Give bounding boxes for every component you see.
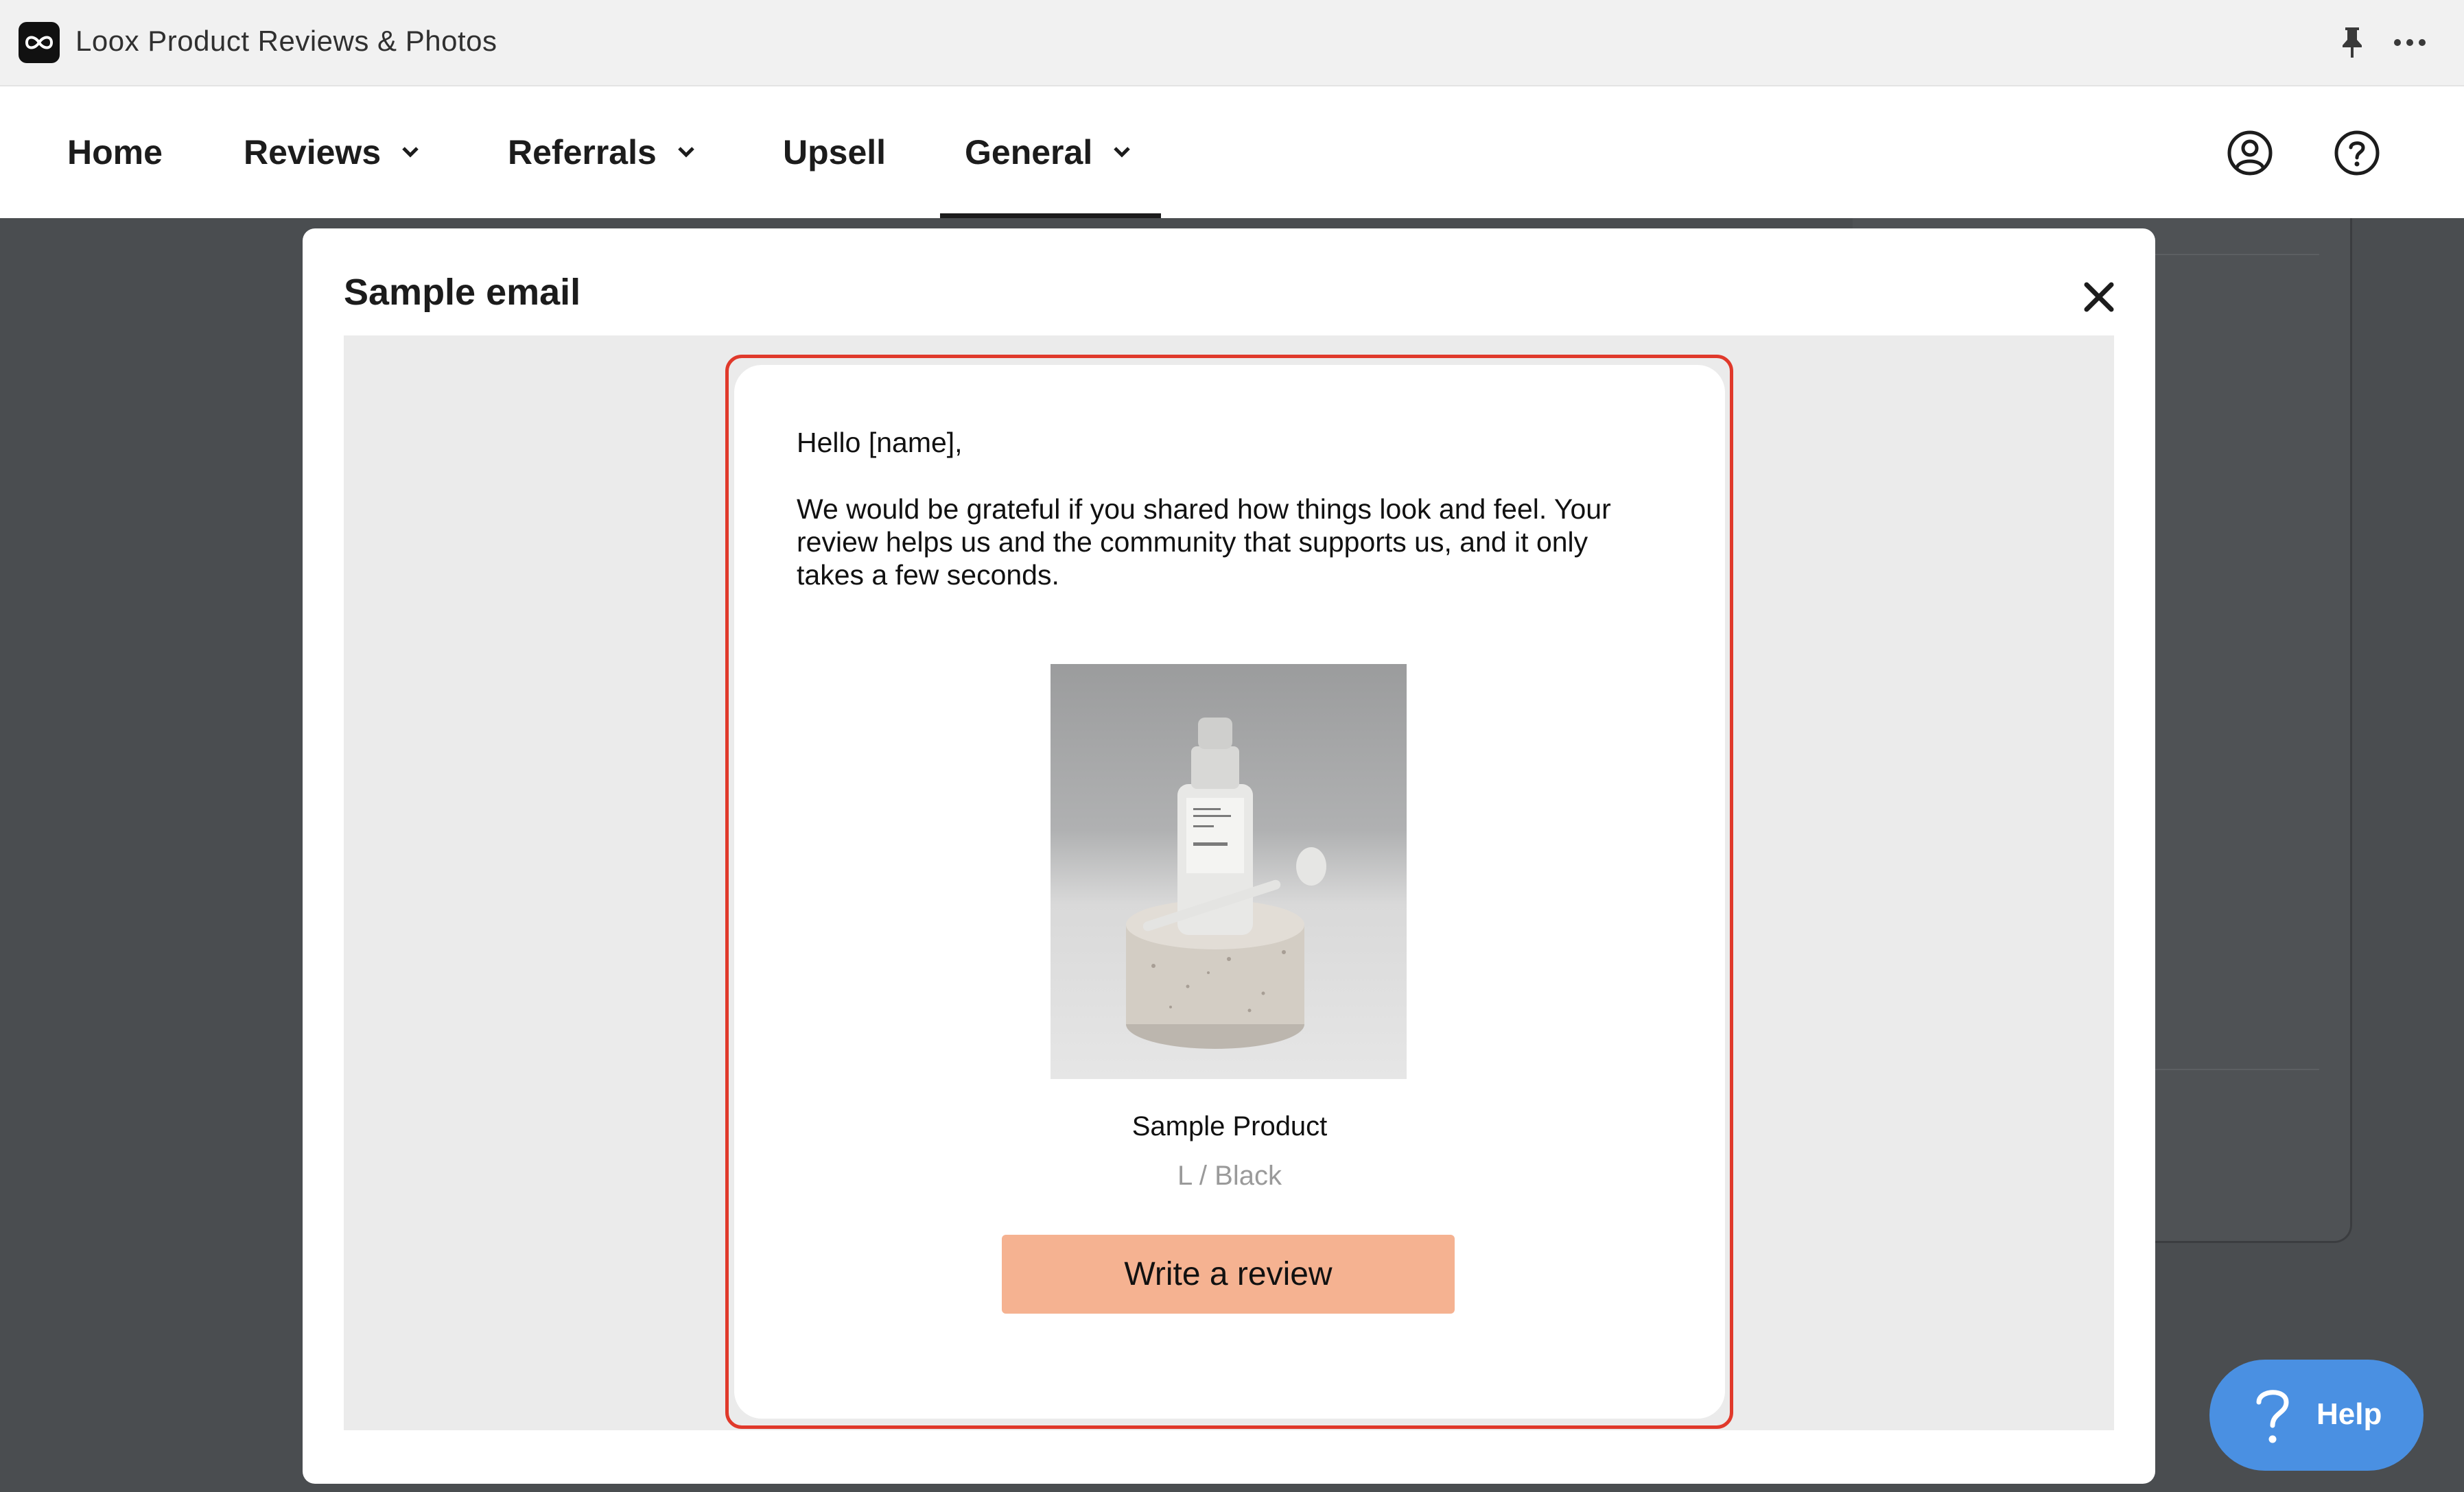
email-body: We would be grateful if you shared how t… [797, 493, 1611, 591]
chevron-down-icon [678, 147, 694, 158]
nav-item-label: Reviews [244, 133, 382, 171]
infinity-logo-icon [19, 22, 60, 63]
write-review-button[interactable]: Write a review [1002, 1235, 1455, 1314]
product-image [1051, 664, 1407, 1079]
chevron-down-icon [402, 147, 419, 158]
nav-item-general[interactable]: General [939, 86, 1162, 218]
close-icon[interactable] [2080, 278, 2118, 316]
nav-item-label: General [965, 133, 1093, 171]
nav-item-reviews[interactable]: Reviews [244, 86, 419, 218]
user-circle-icon[interactable] [2226, 129, 2274, 177]
product-variant: L / Black [1177, 1161, 1282, 1191]
nav-item-referrals[interactable]: Referrals [508, 86, 695, 218]
nav-item-upsell[interactable]: Upsell [783, 86, 886, 218]
help-widget-button[interactable]: Help [2209, 1360, 2424, 1471]
nav-item-home[interactable]: Home [67, 86, 163, 218]
more-horizontal-icon[interactable] [2393, 36, 2426, 49]
main-nav: Home Reviews Referrals Upsell General [0, 86, 2464, 218]
chevron-down-icon [1114, 147, 1130, 158]
modal-title: Sample email [344, 272, 581, 313]
product-name: Sample Product [1131, 1111, 1328, 1141]
question-circle-icon[interactable] [2333, 129, 2381, 177]
nav-item-label: Home [67, 133, 163, 171]
help-label: Help [2316, 1397, 2382, 1431]
question-mark-icon [2256, 1390, 2289, 1443]
app-title: Loox Product Reviews & Photos [75, 25, 497, 57]
nav-item-label: Upsell [783, 133, 887, 171]
pin-icon[interactable] [2338, 26, 2366, 59]
nav-item-label: Referrals [508, 133, 657, 171]
title-bar: Loox Product Reviews & Photos [0, 0, 2464, 86]
email-greeting: Hello [name], [797, 427, 963, 458]
